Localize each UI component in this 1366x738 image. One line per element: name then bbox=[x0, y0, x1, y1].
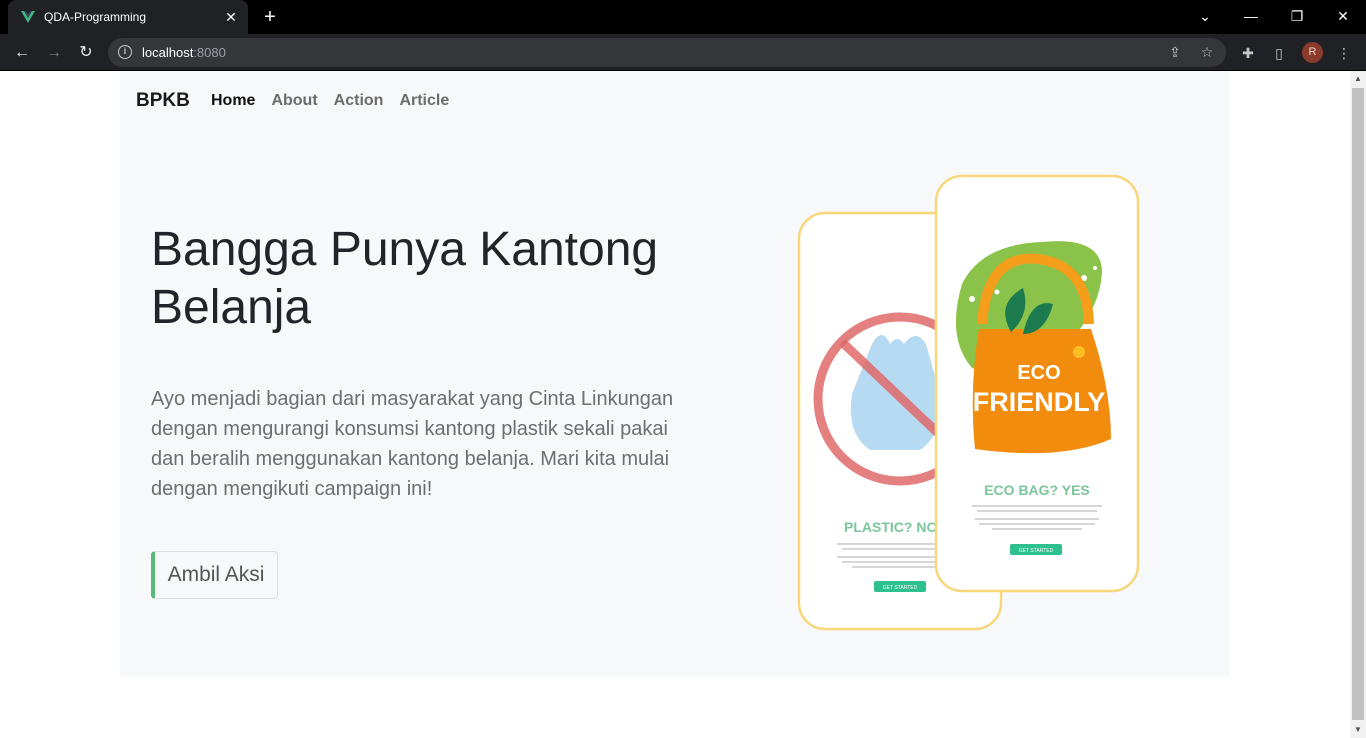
tab-search-icon[interactable]: ⌄ bbox=[1191, 4, 1219, 28]
minimize-icon[interactable]: — bbox=[1237, 4, 1265, 28]
url-text[interactable]: localhost:8080 bbox=[142, 45, 226, 60]
plastic-get-started: GET STARTED bbox=[883, 585, 918, 591]
nav-link-article[interactable]: Article bbox=[399, 90, 449, 112]
hero-title: Bangga Punya Kantong Belanja bbox=[151, 223, 659, 334]
bag-text-eco: ECO bbox=[1017, 362, 1060, 384]
side-panel-icon[interactable]: ▯ bbox=[1268, 42, 1290, 64]
browser-toolbar: ← → ↻ i localhost:8080 ⇪ ☆ ✚ ▯ R ⋮ bbox=[0, 34, 1366, 71]
tab-close-icon[interactable]: ✕ bbox=[222, 8, 240, 26]
bag-text-friendly: FRIENDLY bbox=[973, 387, 1106, 417]
vue-logo-icon bbox=[21, 11, 35, 23]
eco-bag-heading: ECO BAG? YES bbox=[984, 482, 1090, 498]
profile-avatar[interactable]: R bbox=[1302, 42, 1323, 63]
page-viewport: BPKB Home About Action Article Bangga Pu… bbox=[0, 71, 1350, 738]
hero-description: Ayo menjadi bagian dari masyarakat yang … bbox=[151, 388, 674, 500]
tab-title: QDA-Programming bbox=[44, 10, 147, 24]
scroll-down-icon[interactable]: ▼ bbox=[1350, 722, 1366, 738]
plastic-no-heading: PLASTIC? NO bbox=[844, 519, 937, 535]
extensions-icon[interactable]: ✚ bbox=[1237, 42, 1259, 64]
scroll-up-icon[interactable]: ▲ bbox=[1350, 71, 1366, 87]
menu-kebab-icon[interactable]: ⋮ bbox=[1333, 42, 1355, 64]
nav-link-home[interactable]: Home bbox=[211, 90, 255, 112]
main-nav: Home About Action Article bbox=[211, 90, 449, 112]
brand-logo[interactable]: BPKB bbox=[136, 90, 190, 112]
nav-link-action[interactable]: Action bbox=[334, 90, 384, 112]
page-scrollbar[interactable]: ▲ ▼ bbox=[1350, 71, 1366, 738]
ambil-aksi-button[interactable]: Ambil Aksi bbox=[151, 551, 278, 599]
site-info-icon[interactable]: i bbox=[118, 45, 132, 59]
restore-icon[interactable]: ❐ bbox=[1283, 4, 1311, 28]
forward-icon[interactable]: → bbox=[42, 41, 66, 65]
eco-get-started: GET STARTED bbox=[1019, 548, 1054, 554]
browser-tab[interactable]: QDA-Programming ✕ bbox=[8, 0, 248, 34]
browser-tabstrip: QDA-Programming ✕ + ⌄ — ❐ ✕ bbox=[0, 0, 1366, 34]
new-tab-button[interactable]: + bbox=[259, 6, 281, 28]
eco-bag-yes-card: ECO FRIENDLY ECO BAG? YES GET STARTED bbox=[934, 174, 1140, 593]
bookmark-star-icon[interactable]: ☆ bbox=[1198, 43, 1216, 61]
address-bar[interactable]: i localhost:8080 ⇪ ☆ bbox=[108, 38, 1226, 67]
nav-link-about[interactable]: About bbox=[271, 90, 317, 112]
hero-container: BPKB Home About Action Article Bangga Pu… bbox=[120, 71, 1230, 677]
eco-bag-illustration: PLASTIC? NO GET STARTED ECO FRIENDLY ECO… bbox=[797, 174, 1140, 631]
reload-icon[interactable]: ↻ bbox=[74, 41, 98, 65]
back-icon[interactable]: ← bbox=[10, 41, 34, 65]
close-window-icon[interactable]: ✕ bbox=[1329, 4, 1357, 28]
share-icon[interactable]: ⇪ bbox=[1166, 43, 1184, 61]
scroll-thumb[interactable] bbox=[1352, 88, 1364, 720]
